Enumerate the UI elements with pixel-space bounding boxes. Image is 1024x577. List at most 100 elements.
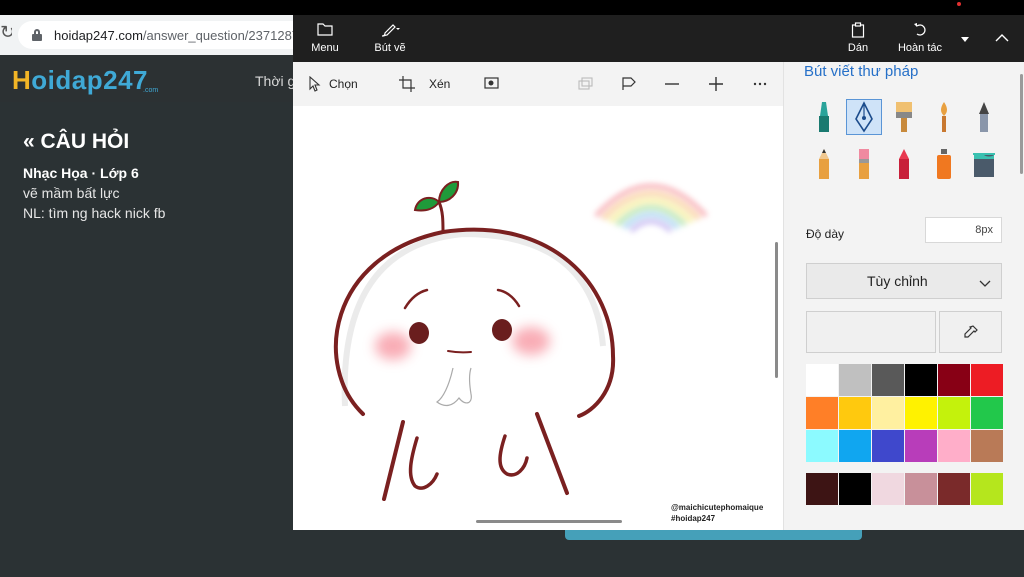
color-swatch[interactable] — [806, 364, 838, 396]
undo-icon — [895, 15, 945, 41]
sprout-stem — [437, 200, 445, 234]
folder-icon — [305, 15, 345, 41]
crop-tool[interactable]: Xén — [399, 74, 450, 94]
color-swatch[interactable] — [839, 473, 871, 505]
clipboard-icon — [843, 15, 873, 41]
zoom-out-button[interactable] — [665, 74, 679, 94]
os-top-bar — [0, 0, 1024, 15]
current-color-swatch[interactable] — [806, 311, 936, 353]
color-swatch[interactable] — [872, 397, 904, 429]
flag-icon — [622, 77, 636, 90]
color-swatch[interactable] — [938, 473, 970, 505]
marker-icon — [819, 102, 829, 132]
color-swatch[interactable] — [971, 430, 1003, 462]
url-path: /answer_question/2371287 — [142, 28, 300, 43]
sprout-leaf-right — [437, 180, 460, 204]
marker-brush[interactable] — [806, 99, 842, 135]
mouth — [447, 350, 472, 354]
copy-tool[interactable] — [578, 74, 594, 94]
color-swatch[interactable] — [971, 473, 1003, 505]
eyedropper-button[interactable] — [939, 311, 1002, 353]
left-arm — [382, 420, 405, 501]
color-swatch[interactable] — [839, 364, 871, 396]
left-hand — [408, 436, 439, 490]
calligraphy-pen-brush[interactable] — [846, 99, 882, 135]
right-eye — [492, 319, 512, 341]
paste-label: Dán — [847, 42, 869, 54]
finish-dropdown[interactable]: Tùy chỉnh — [806, 263, 1002, 299]
color-swatch[interactable] — [872, 364, 904, 396]
magic-select-tool[interactable] — [484, 74, 500, 94]
color-swatch[interactable] — [905, 364, 937, 396]
color-swatch[interactable] — [872, 473, 904, 505]
color-swatch[interactable] — [872, 430, 904, 462]
undo-label: Hoàn tác — [897, 42, 943, 54]
color-swatch[interactable] — [806, 430, 838, 462]
color-swatch[interactable] — [839, 397, 871, 429]
nav-link-time[interactable]: Thời g — [255, 73, 295, 89]
eraser-icon — [859, 149, 869, 179]
head-outline — [333, 227, 616, 418]
color-swatch[interactable] — [905, 473, 937, 505]
color-swatch[interactable] — [938, 397, 970, 429]
color-swatch[interactable] — [971, 397, 1003, 429]
more-dropdown-button[interactable] — [955, 15, 975, 62]
finish-value: Tùy chỉnh — [867, 273, 928, 289]
flag-tool[interactable] — [621, 74, 637, 94]
right-blush — [512, 327, 550, 355]
select-tool[interactable]: Chọn — [309, 74, 358, 94]
watermark-tag: #hoidap247 — [671, 514, 716, 523]
color-swatch[interactable] — [806, 397, 838, 429]
brush-icon — [367, 15, 413, 41]
brush-panel-title: Bút viết thư pháp — [804, 63, 919, 80]
canvas-horizontal-scrollbar[interactable] — [476, 520, 622, 523]
color-swatch[interactable] — [938, 364, 970, 396]
pencil-icon — [819, 149, 829, 179]
custom-color-palette — [806, 473, 1003, 505]
right-eyebrow — [496, 288, 521, 308]
watercolor-icon — [941, 102, 947, 132]
brushes-label: Bút vẽ — [374, 42, 406, 54]
reload-icon[interactable]: ↻ — [0, 22, 12, 43]
logo-sub: .com — [143, 87, 159, 94]
watercolor-brush[interactable] — [926, 99, 962, 135]
copy-icon — [578, 77, 593, 90]
artwork — [333, 180, 708, 501]
color-swatch[interactable] — [971, 364, 1003, 396]
color-swatch[interactable] — [905, 430, 937, 462]
more-options-button[interactable] — [753, 74, 767, 94]
panel-scrollbar[interactable] — [1020, 74, 1023, 174]
site-logo[interactable]: Hoidap247 — [12, 65, 148, 96]
brushes-tab[interactable]: Bút vẽ — [367, 15, 413, 62]
thickness-input[interactable]: 8px — [925, 217, 1002, 243]
color-swatch[interactable] — [905, 397, 937, 429]
question-heading: « CÂU HỎI — [23, 130, 130, 153]
pencil-brush[interactable] — [806, 146, 842, 182]
spray-can-brush[interactable] — [926, 146, 962, 182]
fill-bucket-brush[interactable] — [966, 146, 1002, 182]
rainbow — [594, 183, 708, 233]
right-hand — [498, 434, 529, 477]
calligraphy-pen-icon — [855, 101, 873, 133]
plus-icon — [709, 77, 723, 91]
address-bar[interactable]: hoidap247.com/answer_question/2371287 — [18, 21, 308, 49]
watermark-author: @maichicutephomaique — [671, 503, 764, 512]
caret-down-icon — [955, 15, 975, 42]
menu-button[interactable]: Menu — [305, 15, 345, 62]
crayon-brush[interactable] — [886, 146, 922, 182]
canvas-vertical-scrollbar[interactable] — [775, 242, 778, 378]
left-eye — [409, 322, 429, 344]
paste-button[interactable]: Dán — [843, 15, 873, 62]
oil-brush[interactable] — [886, 99, 922, 135]
undo-button[interactable]: Hoàn tác — [895, 15, 945, 62]
collapse-button[interactable] — [987, 15, 1017, 62]
color-swatch[interactable] — [806, 473, 838, 505]
eraser-brush[interactable] — [846, 146, 882, 182]
pixel-pen-brush[interactable] — [966, 99, 1002, 135]
left-eyebrow — [403, 288, 429, 310]
drawing-canvas[interactable]: @maichicutephomaique #hoidap247 — [293, 106, 783, 530]
color-swatch[interactable] — [938, 430, 970, 462]
paint-app-bar: Menu Bút vẽ Dán Hoàn tác — [293, 15, 1024, 62]
color-swatch[interactable] — [839, 430, 871, 462]
zoom-in-button[interactable] — [709, 74, 723, 94]
